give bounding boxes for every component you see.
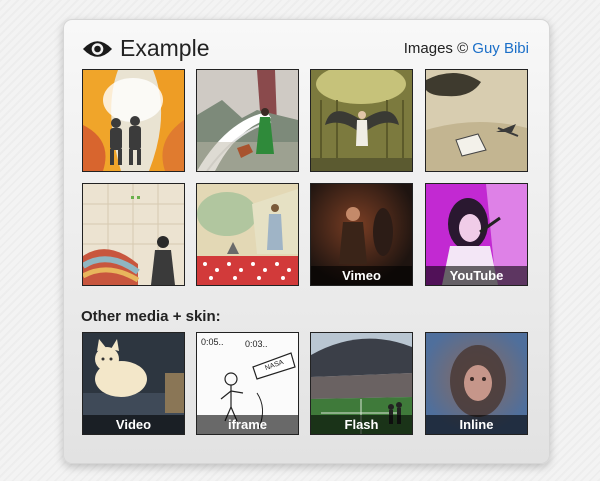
gallery-title-text: Example bbox=[120, 35, 210, 61]
thumbnail-image bbox=[311, 70, 412, 171]
media-caption: Video bbox=[83, 415, 184, 434]
image-credit: Images © Guy Bibi bbox=[404, 40, 529, 57]
iframe-sketch-text-2: 0:03.. bbox=[245, 339, 268, 349]
media-caption: YouTube bbox=[426, 266, 527, 285]
thumbnail-image bbox=[197, 184, 298, 285]
media-caption: Flash bbox=[311, 415, 412, 434]
thumbnail-inline[interactable]: Inline bbox=[425, 332, 528, 435]
thumbnail-soldier-in-field[interactable] bbox=[196, 183, 299, 286]
thumbnail-vimeo[interactable]: Vimeo bbox=[310, 183, 413, 286]
thumbnail-lady-in-green[interactable] bbox=[196, 69, 299, 172]
gallery-title: Example bbox=[82, 35, 209, 62]
credit-prefix: Images © bbox=[403, 40, 473, 57]
thumbnail-youtube[interactable]: YouTube bbox=[425, 183, 528, 286]
thumbnail-flash[interactable]: Flash bbox=[310, 332, 413, 435]
thumbnail-image bbox=[426, 70, 527, 171]
media-caption: Inline bbox=[426, 415, 527, 434]
thumbnail-winged-figure[interactable] bbox=[310, 69, 413, 172]
thumbnail-image bbox=[83, 184, 184, 285]
thumbnail-video[interactable]: Video bbox=[82, 332, 185, 435]
thumbnail-image bbox=[197, 70, 298, 171]
thumbnail-image bbox=[83, 70, 184, 171]
thumbnail-bowler-hat-man[interactable] bbox=[82, 183, 185, 286]
iframe-sketch-text-1: 0:05.. bbox=[201, 337, 224, 347]
thumbnail-astronauts[interactable] bbox=[82, 69, 185, 172]
media-caption: iframe bbox=[197, 415, 298, 434]
media-caption: Vimeo bbox=[311, 266, 412, 285]
eye-icon bbox=[82, 40, 113, 57]
other-media-label: Other media + skin: bbox=[81, 308, 221, 325]
thumbnail-floating-tree[interactable] bbox=[425, 69, 528, 172]
credit-link[interactable]: Guy Bibi bbox=[472, 40, 529, 57]
thumbnail-iframe[interactable]: 0:05.. 0:03.. NASA iframe bbox=[196, 332, 299, 435]
